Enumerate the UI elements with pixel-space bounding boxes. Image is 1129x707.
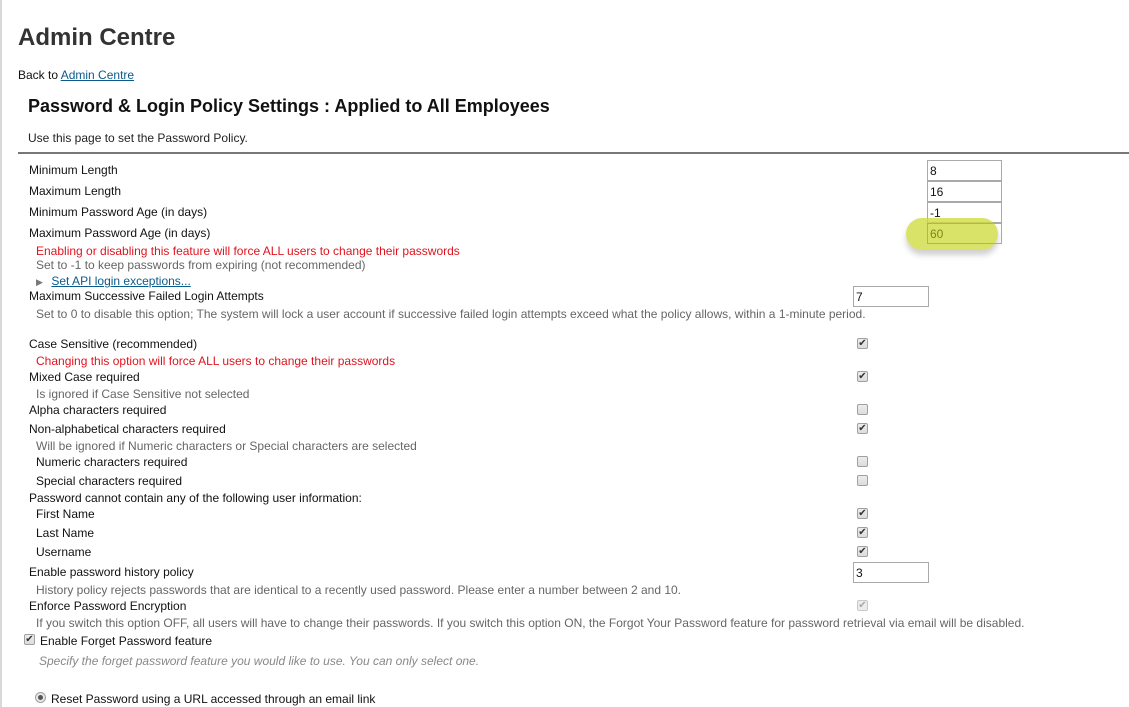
min-length-label: Minimum Length [29,163,118,177]
case-sensitive-warning: Changing this option will force ALL user… [36,354,396,368]
expand-icon: ▶ [36,277,43,287]
max-length-label: Maximum Length [29,184,122,198]
failed-attempts-label: Maximum Successive Failed Login Attempts [29,289,264,303]
checkmark-icon: ✔ [858,527,867,538]
failed-attempts-input[interactable] [853,286,929,307]
user-info-label: Password cannot contain any of the follo… [29,491,362,505]
back-prefix: Back to [18,68,61,82]
reset-url-radio[interactable] [35,692,46,703]
back-nav: Back to Admin Centre [18,68,134,82]
mixed-case-checkbox[interactable]: ✔ [857,371,868,382]
failed-attempts-hint: Set to 0 to disable this option; The sys… [36,307,866,321]
max-age-warning: Enabling or disabling this feature will … [36,244,460,258]
special-checkbox[interactable] [857,475,868,486]
forget-password-hint: Specify the forget password feature you … [39,654,480,668]
forget-password-checkbox[interactable]: ✔ [24,634,35,645]
encryption-hint: If you switch this option OFF, all users… [36,616,1025,630]
mixed-case-label: Mixed Case required [29,370,140,384]
history-hint: History policy rejects passwords that ar… [36,583,682,597]
max-age-input[interactable] [927,223,1002,244]
username-label: Username [36,545,92,559]
checkmark-icon: ✔ [858,600,867,611]
numeric-label: Numeric characters required [36,455,188,469]
radio-selected-dot [38,695,43,700]
section-title: Password & Login Policy Settings : Appli… [28,96,550,116]
last-name-label: Last Name [36,526,95,540]
history-input[interactable] [853,562,929,583]
special-label: Special characters required [36,474,183,488]
case-sensitive-checkbox[interactable]: ✔ [857,338,868,349]
min-length-input[interactable] [927,160,1002,181]
max-length-input[interactable] [927,181,1002,202]
numeric-checkbox[interactable] [857,456,868,467]
alpha-checkbox[interactable] [857,404,868,415]
max-age-hint: Set to -1 to keep passwords from expirin… [36,258,366,272]
forget-password-label: Enable Forget Password feature [40,634,213,648]
last-name-checkbox[interactable]: ✔ [857,527,868,538]
checkmark-icon: ✔ [858,423,867,434]
max-age-label: Maximum Password Age (in days) [29,226,211,240]
section-intro: Use this page to set the Password Policy… [28,131,248,145]
section-divider [18,152,1129,154]
non-alpha-checkbox[interactable]: ✔ [857,423,868,434]
history-label: Enable password history policy [29,565,194,579]
checkmark-icon: ✔ [858,338,867,349]
back-to-admin-centre-link[interactable]: Admin Centre [61,68,134,82]
checkmark-icon: ✔ [25,634,34,645]
mixed-case-hint: Is ignored if Case Sensitive not selecte… [36,387,250,401]
checkmark-icon: ✔ [858,508,867,519]
page-title: Admin Centre [18,24,176,51]
checkmark-icon: ✔ [858,371,867,382]
reset-url-label: Reset Password using a URL accessed thro… [51,692,376,706]
first-name-label: First Name [36,507,95,521]
case-sensitive-label: Case Sensitive (recommended) [29,337,198,351]
encryption-label: Enforce Password Encryption [29,599,187,613]
alpha-label: Alpha characters required [29,403,167,417]
username-checkbox[interactable]: ✔ [857,546,868,557]
min-age-label: Minimum Password Age (in days) [29,205,208,219]
encryption-checkbox: ✔ [857,600,868,611]
first-name-checkbox[interactable]: ✔ [857,508,868,519]
api-exceptions-link[interactable]: Set API login exceptions... [51,274,190,288]
checkmark-icon: ✔ [858,546,867,557]
non-alpha-label: Non-alphabetical characters required [29,422,226,436]
non-alpha-hint: Will be ignored if Numeric characters or… [36,439,417,453]
api-exceptions-toggle[interactable]: ▶ Set API login exceptions... [36,272,191,290]
